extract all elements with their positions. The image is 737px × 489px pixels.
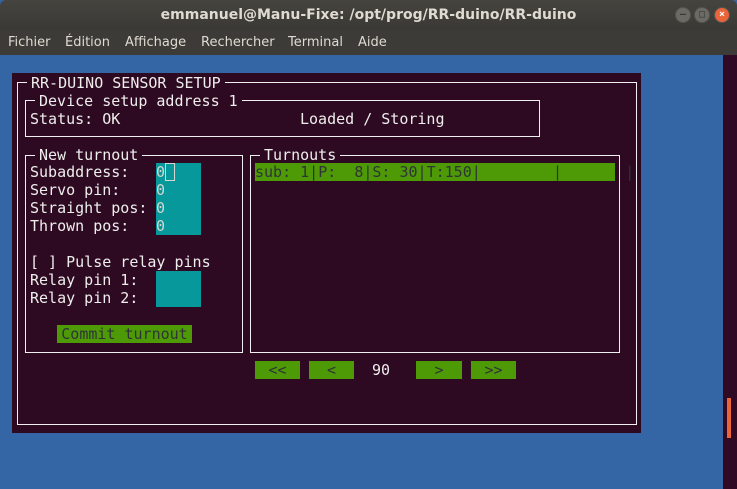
relay-pin-2-label: Relay pin 2: bbox=[30, 289, 139, 307]
maximize-icon[interactable]: □ bbox=[694, 7, 710, 23]
close-icon[interactable]: × bbox=[714, 7, 730, 23]
scrollbar[interactable] bbox=[723, 55, 737, 489]
page-value: 90 bbox=[372, 361, 391, 379]
last-page-button[interactable]: >> bbox=[471, 361, 516, 379]
menu-terminal[interactable]: Terminal bbox=[288, 30, 343, 55]
next-page-button[interactable]: > bbox=[416, 361, 462, 379]
subaddress-label: Subaddress: bbox=[30, 163, 130, 181]
text-cursor bbox=[165, 163, 175, 181]
mode-text: Loaded / Storing bbox=[300, 110, 445, 128]
turnouts-title: Turnouts bbox=[260, 146, 341, 164]
prev-page-button[interactable]: < bbox=[309, 361, 354, 379]
new-turnout-title: New turnout bbox=[35, 146, 143, 164]
first-page-button[interactable]: << bbox=[255, 361, 300, 379]
status-text: Status: OK bbox=[30, 110, 121, 128]
servo-pin-label: Servo pin: bbox=[30, 181, 121, 199]
thrown-pos-input[interactable]: 0 bbox=[156, 217, 165, 235]
menu-aide[interactable]: Aide bbox=[358, 30, 387, 55]
app-title: RR-DUINO SENSOR SETUP bbox=[27, 74, 225, 92]
straight-pos-label: Straight pos: bbox=[30, 199, 148, 217]
relay-pin-1-input[interactable] bbox=[156, 271, 201, 289]
menu-edition[interactable]: Édition bbox=[65, 30, 110, 55]
menu-rechercher[interactable]: Rechercher bbox=[201, 30, 275, 55]
device-title: Device setup address 1 bbox=[35, 92, 242, 110]
straight-pos-input[interactable]: 0 bbox=[156, 199, 165, 217]
relay-pin-1-label: Relay pin 1: bbox=[30, 271, 139, 289]
servo-pin-input[interactable]: 0 bbox=[156, 181, 165, 199]
menu-affichage[interactable]: Affichage bbox=[125, 30, 186, 55]
minimize-icon[interactable]: – bbox=[675, 7, 691, 23]
window-title: emmanuel@Manu-Fixe: /opt/prog/RR-duino/R… bbox=[160, 7, 577, 23]
thrown-pos-label: Thrown pos: bbox=[30, 217, 130, 235]
relay-pin-2-input[interactable] bbox=[156, 289, 201, 307]
menubar: Fichier Édition Affichage Rechercher Ter… bbox=[0, 30, 737, 55]
menu-fichier[interactable]: Fichier bbox=[8, 30, 51, 55]
commit-turnout-button[interactable]: Commit turnout bbox=[57, 325, 192, 343]
scrollbar-thumb[interactable] bbox=[727, 398, 731, 438]
turnouts-frame bbox=[250, 155, 620, 353]
turnout-list-item[interactable]: sub: 1|P: 8|S: 30|T:150| | | bbox=[255, 163, 634, 181]
subaddress-input[interactable]: 0 bbox=[156, 163, 165, 181]
window-titlebar: emmanuel@Manu-Fixe: /opt/prog/RR-duino/R… bbox=[0, 0, 737, 30]
pulse-relay-checkbox[interactable]: [ ] Pulse relay pins bbox=[30, 253, 211, 271]
